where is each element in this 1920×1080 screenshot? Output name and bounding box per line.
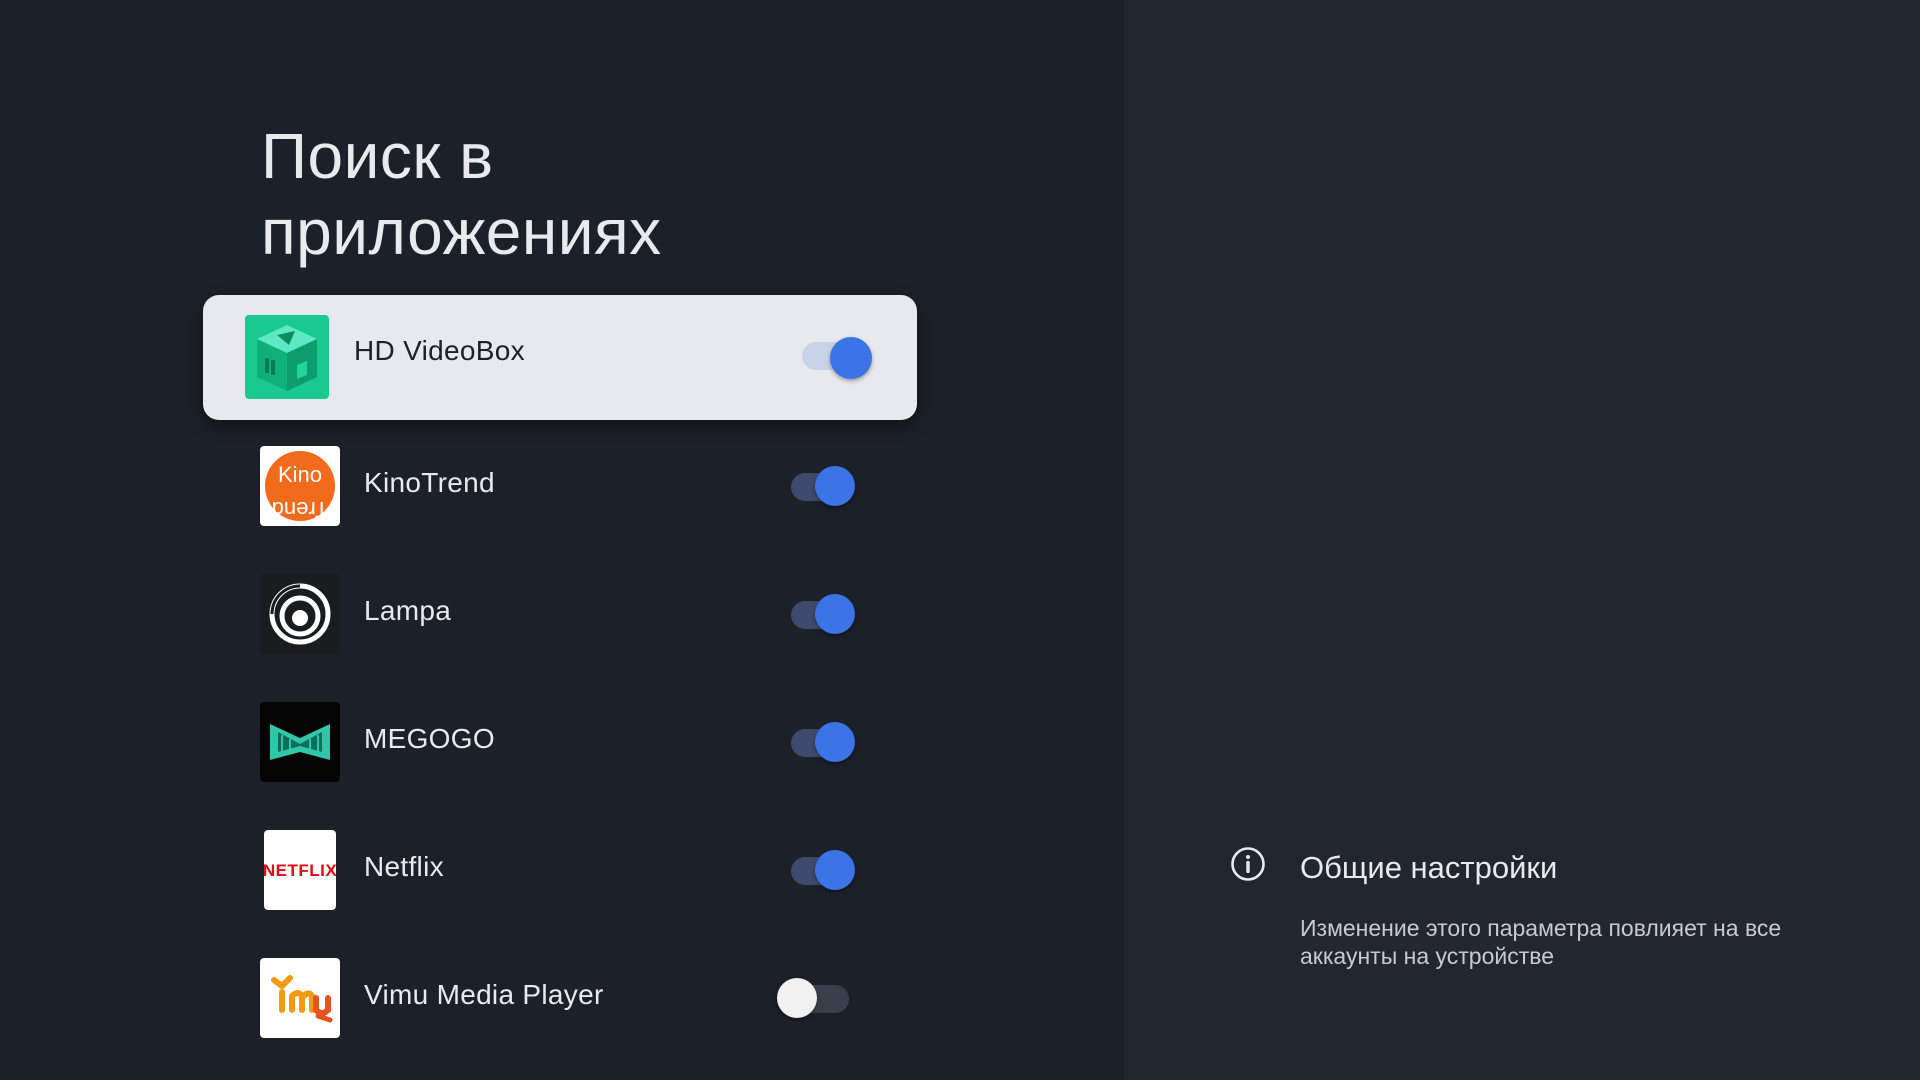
toggle-knob xyxy=(815,850,855,890)
vimu-icon xyxy=(260,958,340,1038)
hd-videobox-toggle[interactable] xyxy=(798,337,872,379)
app-name: Lampa xyxy=(364,595,452,626)
megogo-icon xyxy=(260,702,340,782)
app-name: HD VideoBox xyxy=(354,335,525,366)
netflix-icon: NETFLIX xyxy=(264,830,336,910)
netflix-toggle[interactable] xyxy=(787,850,855,890)
netflix-logo-text: NETFLIX xyxy=(264,861,336,880)
lampa-toggle[interactable] xyxy=(787,594,855,634)
app-item-megogo[interactable]: MEGOGO xyxy=(203,673,917,798)
toggle-knob xyxy=(777,978,817,1018)
app-name: Netflix xyxy=(364,851,444,882)
info-description: Изменение этого параметра повлияет на вс… xyxy=(1300,915,1782,969)
hd-videobox-icon xyxy=(245,315,329,399)
toggle-knob xyxy=(815,722,855,762)
info-title: Общие настройки xyxy=(1300,850,1558,885)
kinotrend-icon: Kino Trend xyxy=(260,446,340,526)
app-item-lampa[interactable]: Lampa xyxy=(203,545,917,670)
app-name: MEGOGO xyxy=(364,723,495,754)
app-item-netflix[interactable]: NETFLIX Netflix xyxy=(203,801,917,926)
vimu-toggle[interactable] xyxy=(777,978,855,1018)
app-name: Vimu Media Player xyxy=(364,979,604,1010)
lampa-icon xyxy=(260,574,340,654)
kinotrend-logo-text-top: Kino xyxy=(278,462,322,487)
app-list: HD VideoBox Kino Trend KinoTrend Lampa M… xyxy=(0,0,1124,1080)
toggle-knob xyxy=(815,466,855,506)
app-item-vimu-media-player[interactable]: Vimu Media Player xyxy=(203,929,917,1054)
megogo-toggle[interactable] xyxy=(787,722,855,762)
app-name: KinoTrend xyxy=(364,467,495,498)
kinotrend-logo-text-bottom: Trend xyxy=(272,497,329,522)
toggle-knob xyxy=(815,594,855,634)
app-item-hd-videobox[interactable]: HD VideoBox xyxy=(203,295,917,420)
kinotrend-toggle[interactable] xyxy=(787,466,855,506)
toggle-knob xyxy=(830,337,872,379)
info-icon xyxy=(1230,846,1266,882)
app-item-kinotrend[interactable]: Kino Trend KinoTrend xyxy=(203,417,917,542)
